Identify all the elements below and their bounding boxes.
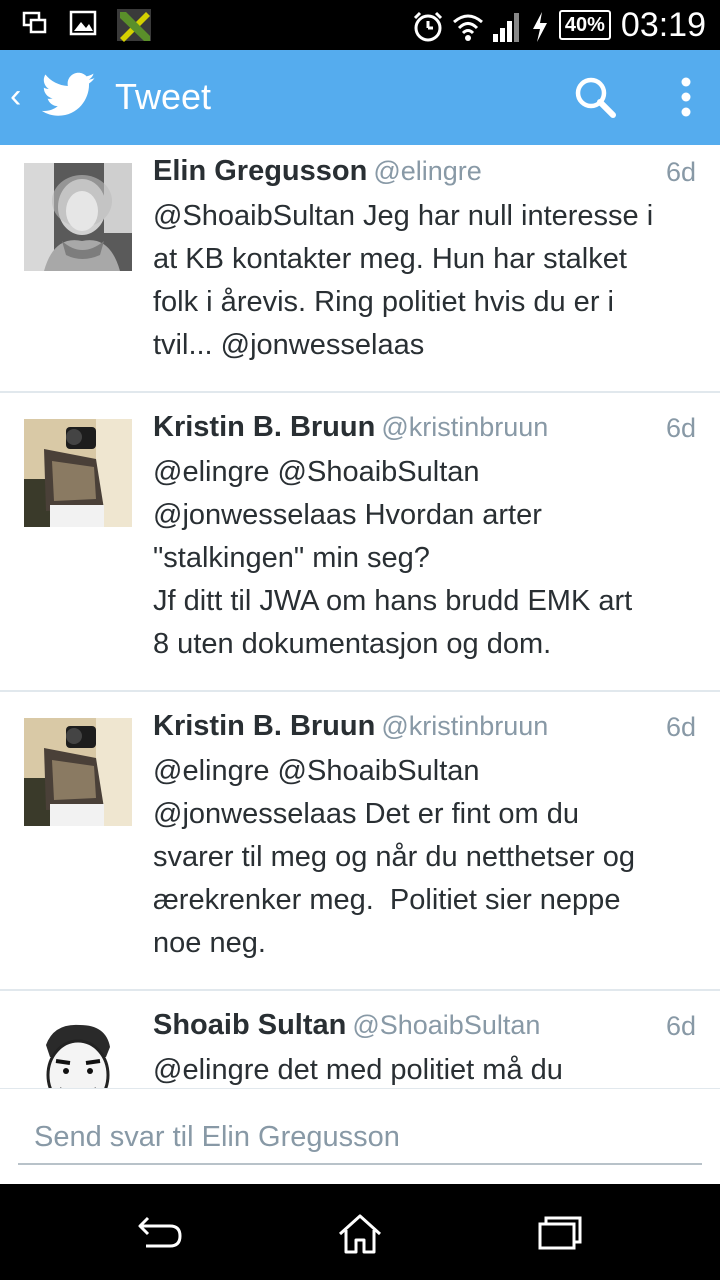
status-bar: 40% 03:19 [0, 0, 720, 50]
screen-mirror-icon [20, 8, 50, 38]
wifi-icon [451, 10, 483, 41]
overflow-menu-icon[interactable] [676, 74, 696, 125]
tweet-item[interactable]: Shoaib Sultan @ShoaibSultan 6d @elingre d… [0, 991, 720, 1088]
back-nav-icon[interactable] [136, 1212, 186, 1257]
tweet-timestamp: 6d [665, 1011, 696, 1041]
battery-level: 40% [558, 10, 611, 40]
home-nav-icon[interactable] [336, 1212, 384, 1261]
tweet-author-handle: @kristinbruun [381, 711, 549, 741]
tweet-author-handle: @ShoaibSultan [352, 1010, 541, 1040]
tweet-item[interactable]: Kristin B. Bruun @kristinbruun 6d @elingr… [0, 692, 720, 991]
recent-apps-icon[interactable] [536, 1212, 584, 1257]
system-nav-bar [0, 1184, 720, 1280]
image-icon [68, 8, 98, 38]
reply-field[interactable] [18, 1115, 702, 1165]
signal-icon [491, 10, 521, 42]
twitter-logo-icon[interactable] [41, 72, 96, 123]
tweet-author-handle: @kristinbruun [381, 412, 549, 442]
alarm-icon [411, 10, 442, 42]
tweet-author-name: Kristin B. Bruun [153, 710, 376, 742]
tweet-text: @elingre @ShoaibSultan @jonwesselaas Det… [153, 755, 635, 959]
tweet-timestamp: 6d [665, 157, 696, 187]
back-icon[interactable]: ‹ [10, 76, 21, 116]
tweet-author-name: Shoaib Sultan [153, 1009, 347, 1041]
tweet-timestamp: 6d [665, 712, 696, 742]
avatar[interactable] [24, 1017, 132, 1088]
tweet-timestamp: 6d [665, 413, 696, 443]
avatar[interactable] [24, 419, 132, 527]
tweet-text: @ShoaibSultan Jeg har null interesse i a… [153, 200, 654, 361]
tweet-text: @elingre @ShoaibSultan @jonwesselaas Hvo… [153, 456, 633, 660]
action-bar: ‹ Tweet [0, 50, 720, 145]
tweet-author-name: Kristin B. Bruun [153, 411, 376, 443]
tweet-author-name: Elin Gregusson [153, 155, 368, 187]
search-icon[interactable] [572, 74, 618, 125]
tweet-list[interactable]: Elin Gregusson @elingre 6d @ShoaibSultan … [0, 145, 720, 1088]
tweet-author-handle: @elingre [373, 156, 482, 186]
tweet-item[interactable]: Elin Gregusson @elingre 6d @ShoaibSultan … [0, 145, 720, 393]
avatar[interactable] [24, 163, 132, 271]
app-notification-icon [116, 8, 151, 42]
reply-input[interactable] [18, 1115, 702, 1159]
reply-bar [0, 1088, 720, 1185]
avatar[interactable] [24, 718, 132, 826]
tweet-text: @elingre det med politiet må du [153, 1054, 563, 1086]
tweet-item[interactable]: Kristin B. Bruun @kristinbruun 6d @elingr… [0, 393, 720, 692]
charging-icon [531, 10, 549, 42]
clock: 03:19 [620, 6, 706, 44]
page-title: Tweet [115, 76, 212, 117]
